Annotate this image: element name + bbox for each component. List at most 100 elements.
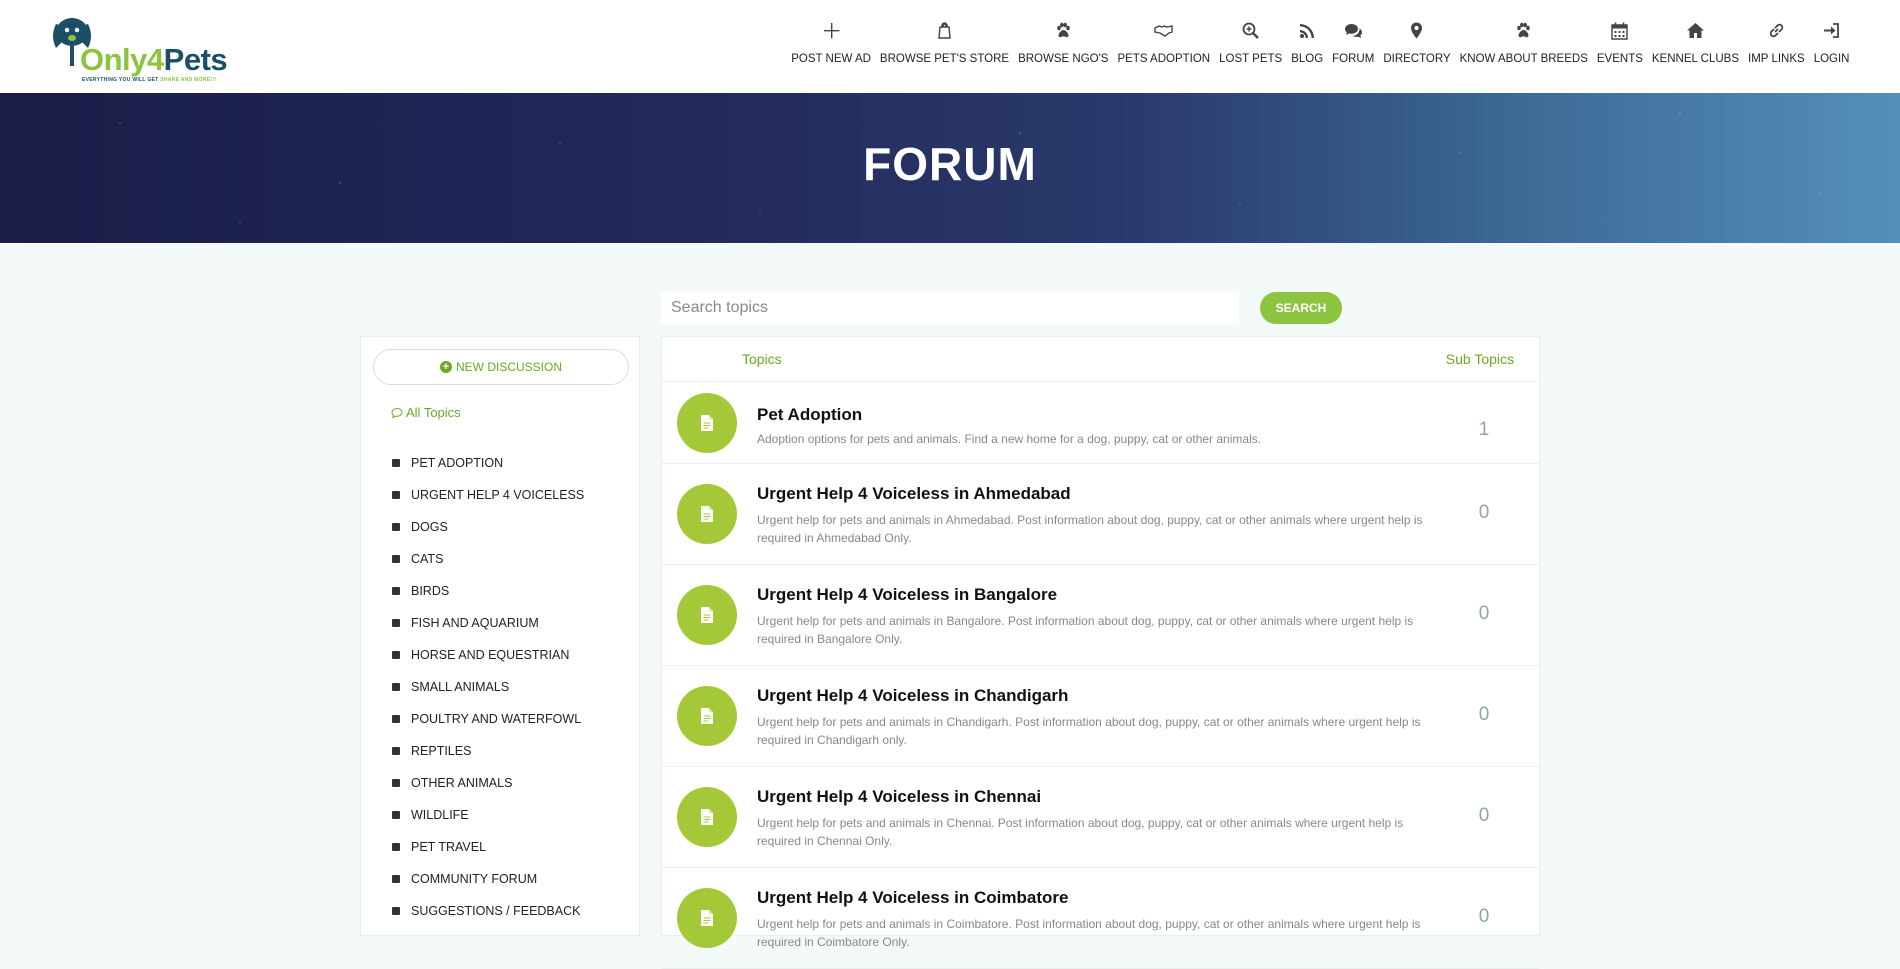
paw-icon: [1514, 20, 1533, 40]
category-item[interactable]: DOGS: [392, 511, 584, 543]
nav-item-login[interactable]: LOGIN: [1809, 0, 1854, 93]
nav-item-pets-adoption[interactable]: PETS ADOPTION: [1113, 0, 1215, 93]
category-item[interactable]: COMMUNITY FORUM: [392, 863, 584, 895]
category-item[interactable]: BIRDS: [392, 575, 584, 607]
category-label: BIRDS: [411, 584, 450, 598]
topic-title[interactable]: Pet Adoption: [757, 405, 862, 425]
nav-item-imp-links[interactable]: IMP LINKS: [1744, 0, 1810, 93]
topics-column-header: Topics: [742, 351, 782, 367]
nav-label: BROWSE NGO'S: [1018, 53, 1109, 65]
square-bullet-icon: [392, 907, 400, 915]
subtopic-count: 0: [1478, 603, 1490, 624]
category-label: PET ADOPTION: [411, 456, 504, 470]
topic-title[interactable]: Urgent Help 4 Voiceless in Chandigarh: [757, 686, 1068, 706]
category-item[interactable]: SUGGESTIONS / FEEDBACK: [392, 895, 584, 927]
category-item[interactable]: CATS: [392, 543, 584, 575]
nav-item-events[interactable]: EVENTS: [1592, 0, 1647, 93]
plus-icon: [822, 20, 841, 40]
search-button[interactable]: SEARCH: [1260, 292, 1342, 324]
category-label: POULTRY AND WATERFOWL: [411, 712, 582, 726]
topic-title[interactable]: Urgent Help 4 Voiceless in Ahmedabad: [757, 484, 1071, 504]
page-banner: FORUM: [0, 93, 1900, 243]
topic-title[interactable]: Urgent Help 4 Voiceless in Bangalore: [757, 585, 1057, 605]
document-icon: [677, 787, 737, 847]
category-item[interactable]: SMALL ANIMALS: [392, 671, 584, 703]
plus-circle-icon: +: [439, 361, 452, 373]
logo-tagline: EVERYTHING YOU WILL GET SHARE AND MORE!!…: [82, 77, 217, 83]
document-icon: [677, 585, 737, 645]
square-bullet-icon: [392, 843, 400, 851]
topic-row[interactable]: Pet Adoption Adoption options for pets an…: [662, 382, 1539, 464]
new-discussion-button[interactable]: + NEW DISCUSSION: [373, 349, 629, 385]
nav-label: PETS ADOPTION: [1117, 53, 1211, 65]
comment-icon: [391, 407, 403, 418]
link-icon: [1767, 20, 1786, 40]
nav-label: LOGIN: [1813, 53, 1850, 65]
nav-item-browse-pet-s-store[interactable]: BROWSE PET'S STORE: [875, 0, 1013, 93]
category-label: FISH AND AQUARIUM: [411, 616, 539, 630]
nav-label: DIRECTORY: [1383, 53, 1451, 65]
nav-item-lost-pets[interactable]: LOST PETS: [1215, 0, 1287, 93]
topic-row[interactable]: Urgent Help 4 Voiceless in Chandigarh Urg…: [662, 666, 1539, 767]
category-item[interactable]: POULTRY AND WATERFOWL: [392, 703, 584, 735]
square-bullet-icon: [392, 779, 400, 787]
category-item[interactable]: HORSE AND EQUESTRIAN: [392, 639, 584, 671]
category-item[interactable]: REPTILES: [392, 735, 584, 767]
home-icon: [1686, 20, 1705, 40]
square-bullet-icon: [392, 555, 400, 563]
nav-item-kennel-clubs[interactable]: KENNEL CLUBS: [1647, 0, 1743, 93]
square-bullet-icon: [392, 811, 400, 819]
category-item[interactable]: PET ADOPTION: [392, 447, 584, 479]
square-bullet-icon: [392, 715, 400, 723]
category-item[interactable]: FISH AND AQUARIUM: [392, 607, 584, 639]
document-icon: [677, 484, 737, 544]
shopping-bag-icon: [935, 20, 954, 40]
category-label: CATS: [411, 552, 444, 566]
calendar-icon: [1610, 20, 1629, 40]
category-item[interactable]: OTHER ANIMALS: [392, 767, 584, 799]
category-item[interactable]: WILDLIFE: [392, 799, 584, 831]
square-bullet-icon: [392, 747, 400, 755]
topic-title[interactable]: Urgent Help 4 Voiceless in Chennai: [757, 787, 1041, 807]
logo-wordmark: Only4Pets: [80, 42, 228, 77]
category-item[interactable]: URGENT HELP 4 VOICELESS: [392, 479, 584, 511]
topic-title[interactable]: Urgent Help 4 Voiceless in Coimbatore: [757, 888, 1068, 908]
comments-icon: [1344, 20, 1363, 40]
nav-label: BROWSE PET'S STORE: [879, 53, 1010, 65]
nav-item-post-new-ad[interactable]: POST NEW AD: [787, 0, 876, 93]
category-item[interactable]: PET TRAVEL: [392, 831, 584, 863]
nav-label: LOST PETS: [1219, 53, 1283, 65]
topics-table: Topics Sub Topics Pet Adoption Adoption o…: [661, 336, 1540, 969]
nav-item-know-about-breeds[interactable]: KNOW ABOUT BREEDS: [1455, 0, 1592, 93]
rss-icon: [1298, 20, 1317, 40]
nav-label: KNOW ABOUT BREEDS: [1459, 53, 1588, 65]
site-logo[interactable]: Only4Pets EVERYTHING YOU WILL GET SHARE …: [50, 14, 228, 86]
page-title: FORUM: [863, 138, 1037, 190]
nav-label: IMP LINKS: [1748, 53, 1805, 65]
nav-item-forum[interactable]: FORUM: [1328, 0, 1379, 93]
all-topics-link[interactable]: All Topics: [391, 405, 461, 420]
site-header: Only4Pets EVERYTHING YOU WILL GET SHARE …: [0, 0, 1900, 93]
category-label: SUGGESTIONS / FEEDBACK: [411, 904, 581, 918]
subtopic-count: 0: [1478, 704, 1490, 725]
square-bullet-icon: [392, 875, 400, 883]
search-topics-input[interactable]: [661, 292, 1239, 324]
nav-item-directory[interactable]: DIRECTORY: [1379, 0, 1455, 93]
topic-row[interactable]: Urgent Help 4 Voiceless in Coimbatore Urg…: [662, 868, 1539, 969]
paw-icon: [1054, 20, 1073, 40]
nav-label: FORUM: [1332, 53, 1375, 65]
category-label: URGENT HELP 4 VOICELESS: [411, 488, 585, 502]
subtopic-count: 0: [1478, 906, 1490, 927]
topic-row[interactable]: Urgent Help 4 Voiceless in Chennai Urgent…: [662, 767, 1539, 868]
topic-row[interactable]: Urgent Help 4 Voiceless in Ahmedabad Urge…: [662, 464, 1539, 565]
subtopics-column-header: Sub Topics: [1445, 351, 1514, 367]
topic-row[interactable]: Urgent Help 4 Voiceless in Bangalore Urge…: [662, 565, 1539, 666]
category-sidebar: + NEW DISCUSSION All Topics PET ADOPTION…: [360, 336, 640, 936]
document-icon: [677, 393, 737, 453]
topic-description: Adoption options for pets and animals. F…: [757, 432, 1262, 446]
search-plus-icon: [1241, 20, 1260, 40]
category-label: SMALL ANIMALS: [411, 680, 510, 694]
topic-description: Urgent help for pets and animals in Bang…: [757, 614, 1414, 646]
nav-item-blog[interactable]: BLOG: [1287, 0, 1328, 93]
nav-item-browse-ngo-s[interactable]: BROWSE NGO'S: [1014, 0, 1113, 93]
